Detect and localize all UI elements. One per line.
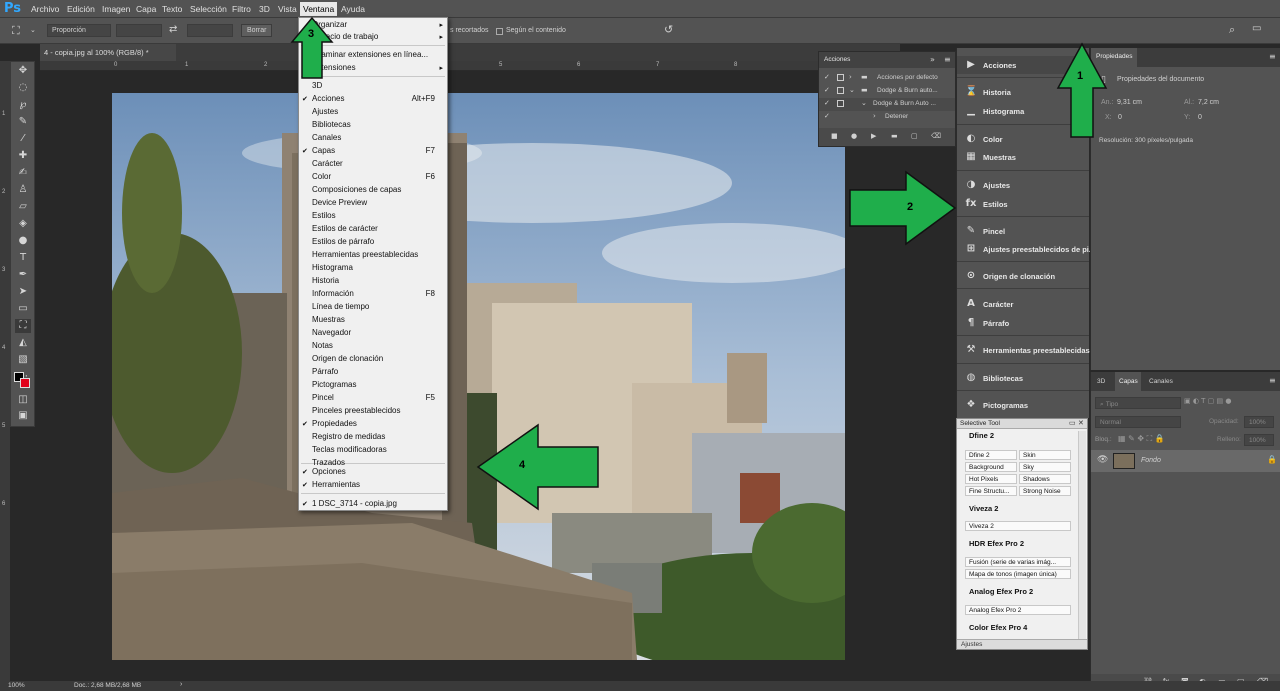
arrow-1 [1056,42,1108,138]
arrow-2 [849,170,957,246]
annotation-overlay [290,16,1108,511]
annotation-label-4: 4 [519,459,526,471]
annotation-label-1: 1 [1077,70,1084,82]
annotation-label-3: 3 [308,28,315,40]
arrow-3 [290,16,334,79]
arrow-4 [476,423,599,511]
annotation-label-2: 2 [907,201,914,213]
